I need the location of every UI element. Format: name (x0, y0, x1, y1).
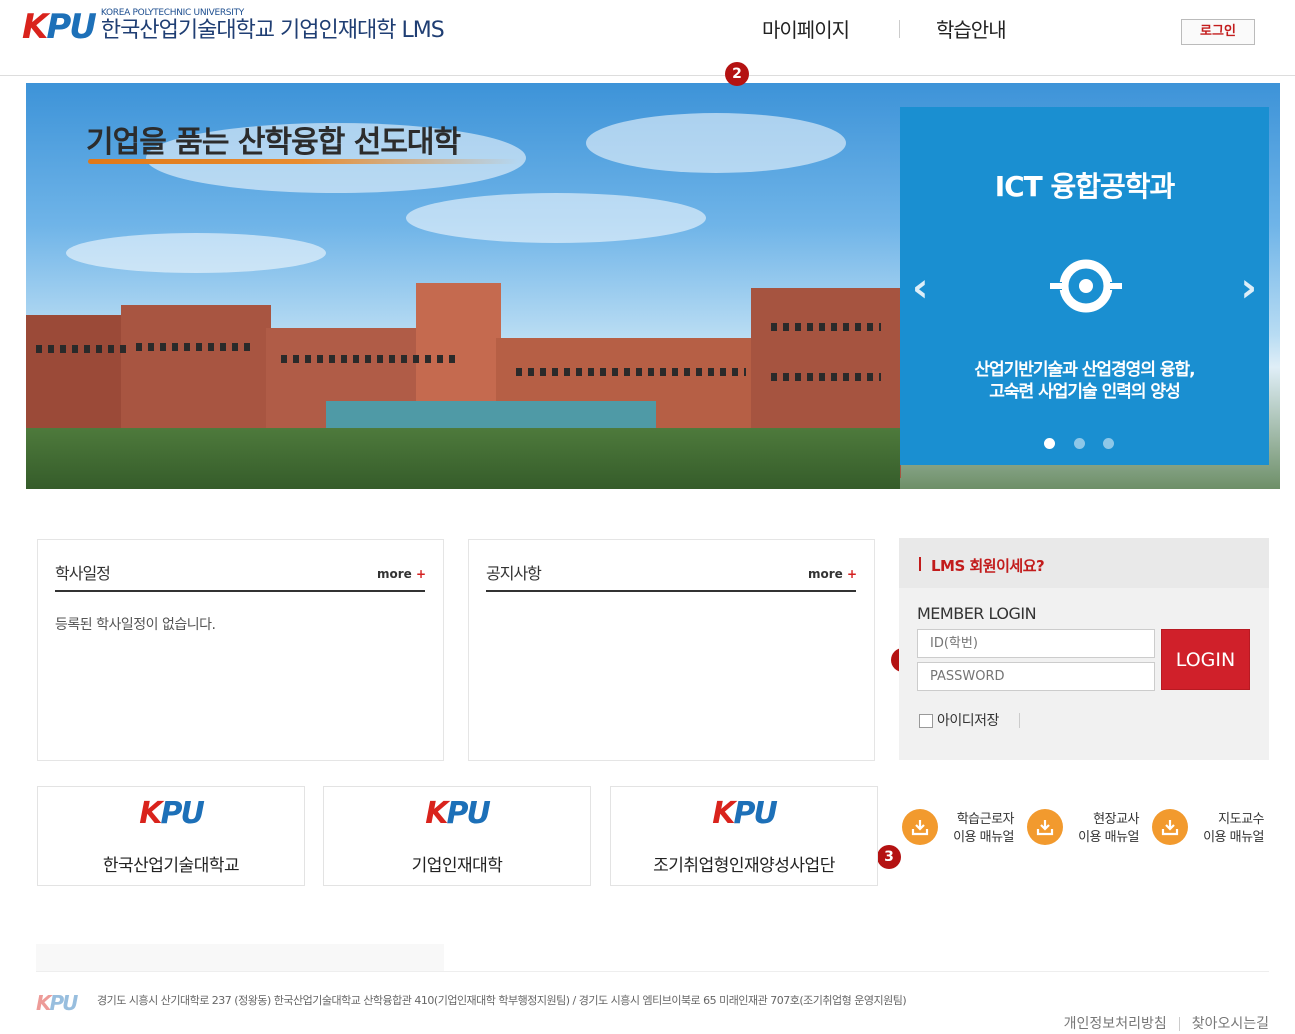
annotation-badge-3: 3 (877, 845, 901, 869)
notice-divider (486, 590, 856, 592)
logo-subtitle: KOREA POLYTECHNIC UNIVERSITY (100, 8, 244, 18)
footer-shade (36, 944, 444, 972)
banner-underline (88, 159, 518, 164)
slide-dot-3[interactable] (1103, 438, 1114, 449)
site-link-kpu[interactable]: KPU 한국산업기술대학교 (37, 786, 305, 886)
slide-prev-icon[interactable]: ‹ (912, 265, 928, 311)
promo-desc-line-1: 산업기반기술과 산업경영의 융합, (974, 360, 1195, 380)
member-login-label: MEMBER LOGIN (917, 604, 1037, 623)
site-header: KPU KOREA POLYTECHNIC UNIVERSITY 한국산업기술대… (0, 0, 1295, 76)
download-icon (1027, 809, 1063, 845)
manual-learner[interactable]: 학습근로자이용 매뉴얼 (902, 809, 1027, 853)
save-id-label: 아이디저장 (937, 713, 999, 729)
schedule-more-label: more (377, 567, 412, 581)
schedule-more-link[interactable]: more + (377, 567, 426, 581)
manual-line-2: 이용 매뉴얼 (1203, 830, 1264, 845)
login-panel: LMS 회원이세요? MEMBER LOGIN LOGIN 아이디저장 (899, 538, 1269, 760)
annotation-badge-2: 2 (725, 62, 749, 86)
logo-title: 한국산업기술대학교 기업인재대학 LMS (100, 18, 445, 43)
manual-line-1: 학습근로자 (956, 812, 1015, 827)
nav-divider (899, 20, 900, 38)
id-input[interactable] (917, 629, 1155, 658)
directions-link[interactable]: 찾아오시는길 (1192, 1016, 1269, 1032)
schedule-divider (55, 590, 425, 592)
slide-dot-2[interactable] (1074, 438, 1085, 449)
manual-text: 현장교사이용 매뉴얼 (1065, 811, 1139, 847)
kpu-logo-mark: KPU (22, 7, 97, 47)
site-link-label: 한국산업기술대학교 (102, 856, 240, 876)
login-panel-header: LMS 회원이세요? (899, 538, 1269, 588)
nav-guide[interactable]: 학습안내 (936, 14, 1007, 43)
download-icon (902, 809, 938, 845)
plus-icon: + (416, 567, 427, 581)
banner-headline: 기업을 품는 산학융합 선도대학 (86, 125, 461, 160)
manual-line-1: 지도교수 (1218, 812, 1264, 827)
footer-links: 개인정보처리방침 찾아오시는길 (1064, 1013, 1269, 1033)
manual-line-2: 이용 매뉴얼 (953, 830, 1014, 845)
login-question: LMS 회원이세요? (931, 557, 1045, 575)
promo-desc-line-2: 고숙련 사업기술 인력의 양성 (989, 382, 1180, 402)
kpu-logo-mark: KPU (425, 796, 491, 831)
kpu-logo-mark: KPU (712, 796, 778, 831)
site-logo[interactable]: KPU KOREA POLYTECHNIC UNIVERSITY 한국산업기술대… (22, 7, 445, 47)
schedule-title: 학사일정 (55, 564, 111, 583)
footer-divider (36, 971, 1269, 972)
footer-address: 경기도 시흥시 산기대학로 237 (정왕동) 한국산업기술대학교 산학융합관 … (97, 994, 907, 1007)
nav-mypage[interactable]: 마이페이지 (762, 14, 850, 43)
promo-slide: ICT 융합공학과 산업기반기술과 산업경영의 융합, 고숙련 사업기술 인력의… (900, 107, 1269, 465)
manual-field-teacher[interactable]: 현장교사이용 매뉴얼 (1027, 809, 1152, 853)
promo-description: 산업기반기술과 산업경영의 융합, 고숙련 사업기술 인력의 양성 (900, 359, 1269, 403)
notice-title: 공지사항 (486, 564, 542, 583)
site-link-label: 기업인재대학 (411, 856, 503, 876)
kpu-logo-mark: KPU (139, 796, 205, 831)
download-icon (1152, 809, 1188, 845)
notice-box: 공지사항 more + (468, 539, 875, 761)
site-link-label: 조기취업형인재양성사업단 (653, 856, 835, 876)
site-link-early-employment[interactable]: KPU 조기취업형인재양성사업단 (610, 786, 878, 886)
password-input[interactable] (917, 662, 1155, 691)
header-login-button[interactable]: 로그인 (1181, 19, 1255, 45)
privacy-policy-link[interactable]: 개인정보처리방침 (1064, 1016, 1167, 1032)
promo-title: ICT 융합공학과 (994, 170, 1176, 203)
save-id-divider (1019, 713, 1020, 728)
notice-more-link[interactable]: more + (808, 567, 857, 581)
promo-emblem-icon (1048, 255, 1124, 321)
schedule-empty-message: 등록된 학사일정이 없습니다. (55, 617, 216, 633)
site-link-enterprise[interactable]: KPU 기업인재대학 (323, 786, 591, 886)
notice-more-label: more (808, 567, 843, 581)
manual-line-1: 현장교사 (1093, 812, 1139, 827)
main-banner: 기업을 품는 산학융합 선도대학 ICT 융합공학과 산업기반기술과 산업경영의… (26, 83, 1280, 489)
footer-logo: KPU (36, 991, 78, 1015)
schedule-box: 학사일정 more + 등록된 학사일정이 없습니다. (37, 539, 444, 761)
slide-next-icon[interactable]: › (1241, 265, 1257, 311)
plus-icon: + (847, 567, 858, 581)
login-button[interactable]: LOGIN (1161, 629, 1250, 690)
save-id-checkbox[interactable] (919, 714, 933, 728)
manual-text: 지도교수이용 매뉴얼 (1190, 811, 1264, 847)
manual-professor[interactable]: 지도교수이용 매뉴얼 (1152, 809, 1277, 853)
login-header-bar (919, 557, 921, 571)
footer-link-divider (1178, 1017, 1180, 1031)
slide-dot-1[interactable] (1044, 438, 1055, 449)
manual-line-2: 이용 매뉴얼 (1078, 830, 1139, 845)
manual-text: 학습근로자이용 매뉴얼 (940, 811, 1014, 847)
